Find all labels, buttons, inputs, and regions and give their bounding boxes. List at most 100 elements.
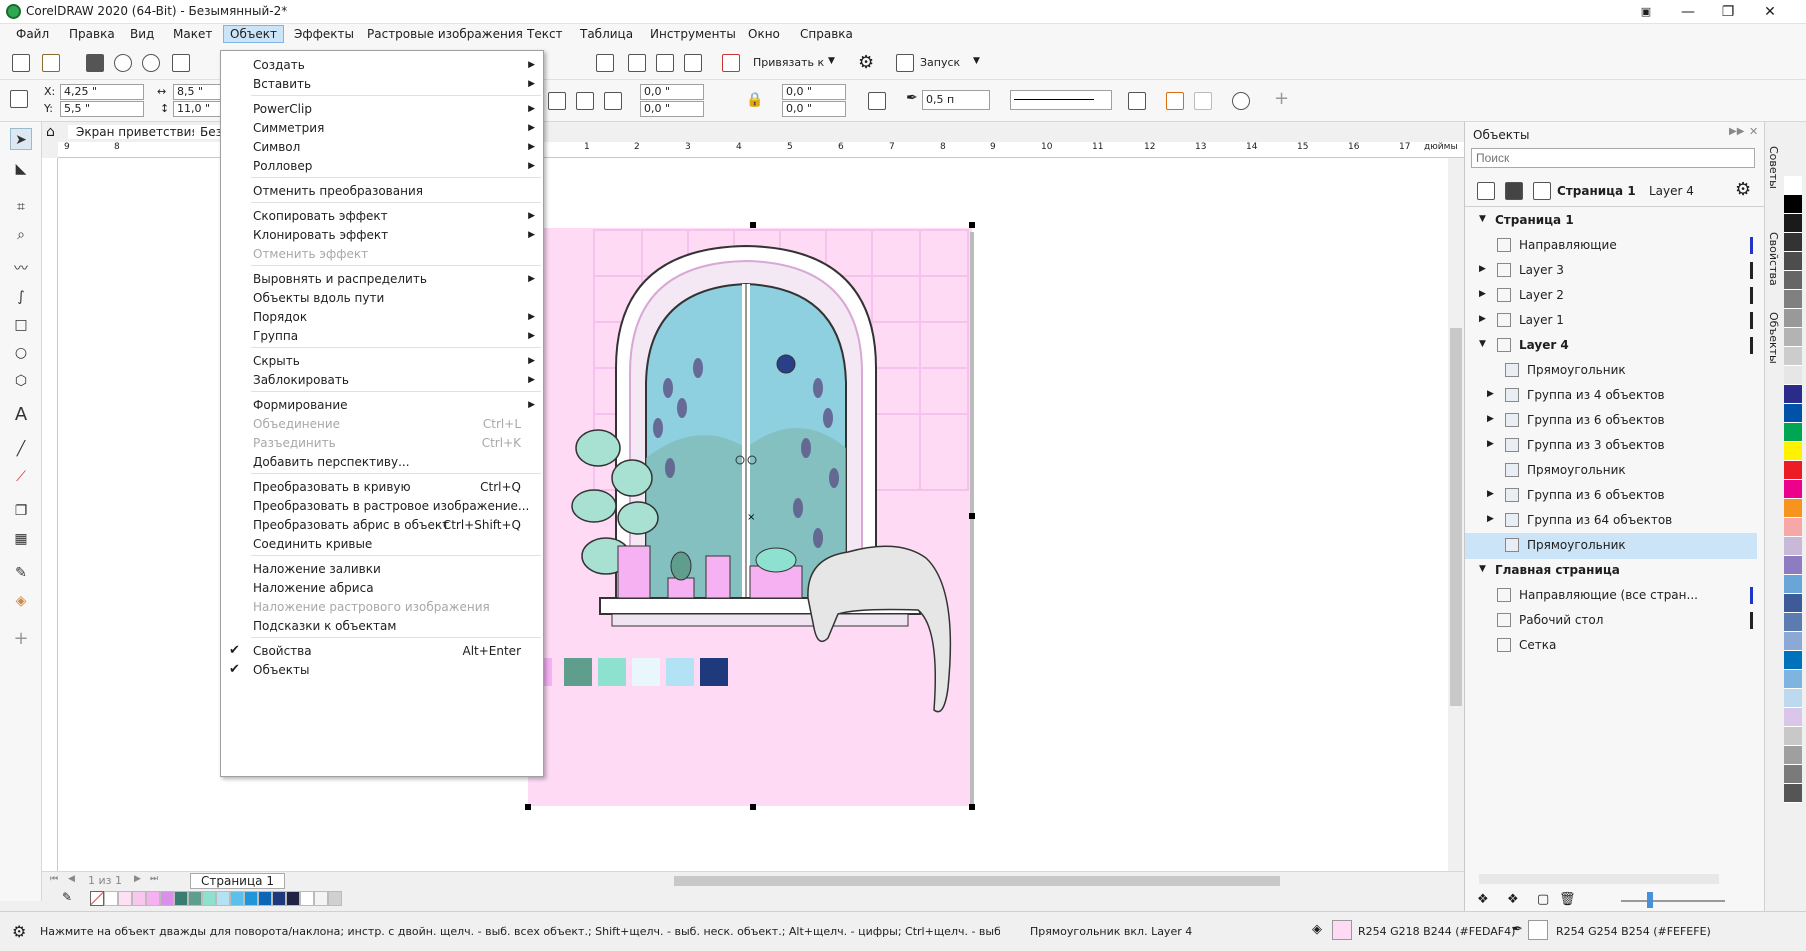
object-tree-row[interactable]: Сетка [1465,633,1757,659]
first-page-icon[interactable]: ⏮ [50,874,58,884]
palette-swatch[interactable] [188,891,202,906]
zoom-slider-thumb[interactable] [1647,892,1653,908]
expand-icon[interactable]: ▶ [1487,514,1494,524]
palette-swatch[interactable] [216,891,230,906]
zoom-tool-icon[interactable]: ⌕ [10,224,32,246]
menu-view[interactable]: Вид [130,27,154,41]
menu-item[interactable]: Преобразовать в растровое изображение... [253,496,541,516]
expand-icon[interactable]: ▶ [1487,489,1494,499]
vertical-scrollbar[interactable] [1448,158,1464,871]
gear-icon[interactable]: ⚙ [858,52,874,73]
add-tool-icon[interactable]: + [10,628,32,650]
palette-swatch[interactable] [300,891,314,906]
shape-tool-icon[interactable]: ◣ [10,158,32,180]
palette-swatch[interactable] [1784,214,1802,233]
delete-icon[interactable]: 🗑 [1559,892,1576,907]
menu-item[interactable]: Объекты [253,660,541,680]
last-page-icon[interactable]: ⏭ [150,874,158,884]
artistic-media-icon[interactable]: ∫ [10,286,32,308]
text-tool-icon[interactable]: A [10,404,32,426]
menu-item[interactable]: Наложение заливки [253,559,541,579]
eyedropper-icon[interactable]: ✎ [62,890,72,904]
close-button[interactable]: ✕ [1752,0,1788,24]
menu-object[interactable]: Объект [223,25,284,43]
menu-file[interactable]: Файл [16,27,49,41]
palette-swatch[interactable] [1784,252,1802,271]
expand-icon[interactable]: ▶ [1479,314,1486,324]
parallel-dimension-icon[interactable]: ╱ [10,438,32,460]
open-icon[interactable] [42,54,60,72]
prev-page-icon[interactable]: ◀ [68,874,75,884]
corner-chamfer-icon[interactable] [604,92,622,110]
crop-tool-icon[interactable]: ⌗ [10,196,32,218]
launch-icon[interactable] [896,54,914,72]
x-position-field[interactable]: 4,25 " [60,84,144,100]
menu-item[interactable]: Выровнять и распределить ▶ [253,269,541,289]
corner-tr-field[interactable]: 0,0 " [782,84,846,100]
lock-icon[interactable]: 🔒 [746,92,763,108]
ellipse-tool-icon[interactable]: ○ [10,342,32,364]
object-tree-row[interactable]: Прямоугольник [1465,458,1757,484]
menu-item[interactable]: PowerClip ▶ [253,99,541,119]
page-view-icon[interactable] [1477,182,1495,200]
add-icon[interactable]: + [1274,88,1289,109]
transparency-icon[interactable]: ▦ [10,528,32,550]
to-back-icon[interactable] [1194,92,1212,110]
corner-br-field[interactable]: 0,0 " [782,101,846,117]
palette-swatch[interactable] [146,891,160,906]
object-tree-row[interactable]: ▶ Layer 2 [1465,283,1757,309]
tab-objects[interactable]: Объекты [1767,312,1780,364]
new-master-layer-icon[interactable]: ❖ [1507,892,1519,907]
tab-welcome[interactable]: Экран приветствия [68,125,207,139]
menu-item[interactable]: Вставить ▶ [253,74,541,94]
polygon-tool-icon[interactable]: ⬡ [10,370,32,392]
object-tree-row[interactable]: ▶ Layer 3 [1465,258,1757,284]
object-tree-row[interactable]: ▶ Группа из 4 объектов [1465,383,1757,409]
eyedropper-icon[interactable]: ✎ [10,562,32,584]
palette-swatch[interactable] [1784,670,1802,689]
palette-swatch[interactable] [1784,708,1802,727]
tab-hints[interactable]: Советы [1767,146,1780,189]
menu-window[interactable]: Окно [748,27,780,41]
palette-swatch[interactable] [244,891,258,906]
new-document-icon[interactable] [12,54,30,72]
pick-tool-icon[interactable]: ➤ [10,128,32,150]
chevron-down-icon[interactable]: ▼ [828,56,835,66]
menu-item[interactable]: Подсказки к объектам [253,616,541,636]
expand-icon[interactable]: ▶ [1479,289,1486,299]
fullscreen-icon[interactable] [596,54,614,72]
object-tree-row[interactable]: ▼ Главная страница [1465,558,1757,584]
palette-swatch[interactable] [1784,499,1802,518]
corner-scallop-icon[interactable] [576,92,594,110]
palette-swatch[interactable] [1784,689,1802,708]
object-tree-row[interactable]: ▶ Группа из 3 объектов [1465,433,1757,459]
menu-effects[interactable]: Эффекты [294,27,354,41]
menu-edit[interactable]: Правка [69,27,115,41]
outline-color-swatch[interactable] [1528,920,1548,940]
palette-swatch[interactable] [1784,404,1802,423]
palette-swatch[interactable] [1784,290,1802,309]
menu-item[interactable]: Порядок ▶ [253,307,541,327]
freehand-tool-icon[interactable]: 〰 [10,258,32,280]
menu-item[interactable]: Заблокировать ▶ [253,370,541,390]
horizontal-scrollbar[interactable] [674,876,1280,886]
palette-swatch[interactable] [1784,765,1802,784]
zoom-slider[interactable] [1621,900,1725,902]
palette-swatch[interactable] [1784,594,1802,613]
object-tree-row[interactable]: ▼ Layer 4 [1465,333,1757,359]
to-front-icon[interactable] [1166,92,1184,110]
object-tree-row[interactable]: ▶ Группа из 6 объектов [1465,408,1757,434]
palette-swatch[interactable] [132,891,146,906]
snap-off-icon[interactable] [722,54,740,72]
menu-item[interactable]: Отменить преобразования [253,181,541,201]
convert-icon[interactable] [1232,92,1250,110]
palette-swatch[interactable] [1784,328,1802,347]
expand-icon[interactable]: ▶ [1487,439,1494,449]
layer-view-icon[interactable] [1505,182,1523,200]
palette-swatch[interactable] [1784,518,1802,537]
panel-horizontal-scrollbar[interactable] [1479,874,1719,884]
menu-item[interactable]: Клонировать эффект ▶ [253,225,541,245]
download-cloud-icon[interactable] [142,54,160,72]
palette-swatch[interactable] [1784,442,1802,461]
object-tree-row[interactable]: Рабочий стол [1465,608,1757,634]
